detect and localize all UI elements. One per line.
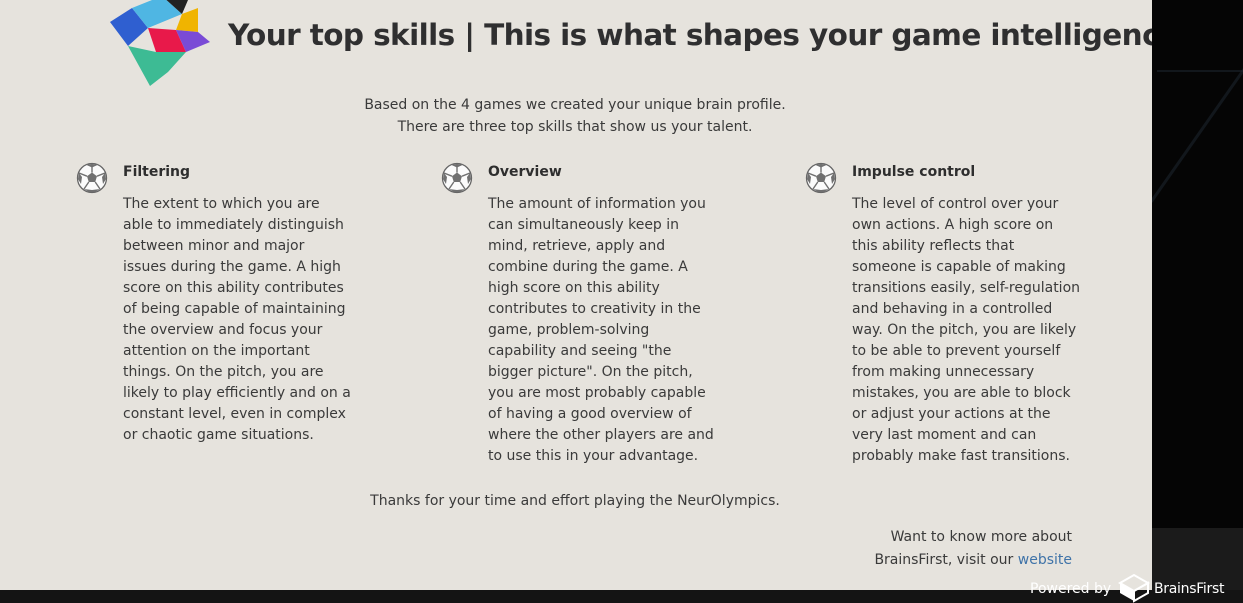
page-title: Your top skills | This is what shapes yo… <box>228 18 1152 52</box>
skill-description: The amount of information you can simult… <box>488 196 714 464</box>
powered-by-brainsfirst[interactable]: Powered by BrainsFirst <box>1030 573 1240 603</box>
soccer-ball-icon <box>76 162 108 194</box>
website-link[interactable]: website <box>1018 552 1072 568</box>
brain-profile-logo-icon <box>110 0 210 86</box>
skill-title: Overview <box>488 164 562 180</box>
skill-description: The level of control over your own actio… <box>852 196 1081 464</box>
more-info-prefix: BrainsFirst, visit our <box>874 552 1018 568</box>
soccer-ball-icon <box>441 162 473 194</box>
thanks-message: Thanks for your time and effort playing … <box>370 493 780 509</box>
results-panel: Your top skills | This is what shapes yo… <box>0 0 1152 590</box>
intro-line-1: Based on the 4 games we created your uni… <box>364 97 786 113</box>
skill-title: Impulse control <box>852 164 976 180</box>
intro-line-2: There are three top skills that show us … <box>397 118 753 135</box>
powered-by-label: Powered by <box>1030 581 1112 597</box>
brainsfirst-brand: BrainsFirst <box>1154 581 1225 597</box>
background-decoration <box>1149 0 1243 603</box>
skill-title: Filtering <box>123 164 191 180</box>
soccer-ball-icon <box>805 162 837 194</box>
skill-description: The extent to which you are able to imme… <box>123 196 351 443</box>
more-info: Want to know more about BrainsFirst, vis… <box>752 526 1072 572</box>
more-info-line-2: BrainsFirst, visit our website <box>752 549 1072 572</box>
intro-text: Based on the 4 games we created your uni… <box>300 95 850 138</box>
brainsfirst-logo-icon <box>1117 573 1151 603</box>
more-info-line-1: Want to know more about <box>890 529 1072 545</box>
